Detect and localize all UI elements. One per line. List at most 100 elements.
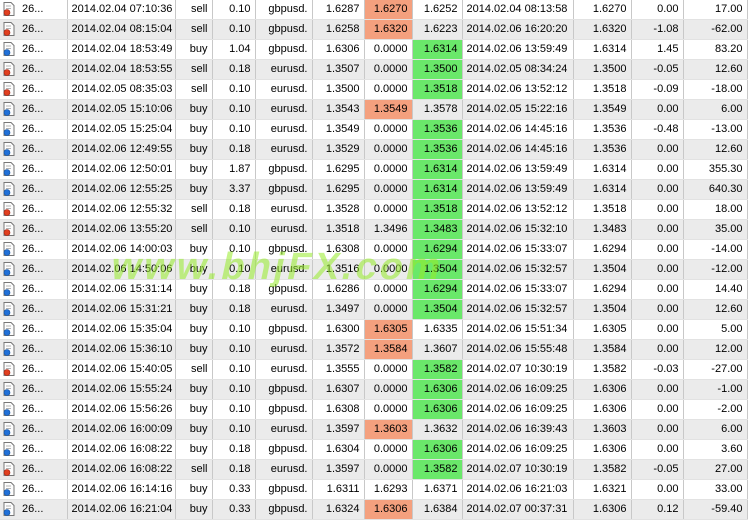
open-price-cell: 1.3543 (312, 99, 365, 120)
order-type-cell: sell (175, 459, 213, 480)
open-price-cell: 1.3529 (312, 139, 365, 160)
close-price-cell: 1.6306 (573, 439, 632, 460)
lot-size-cell: 0.18 (212, 199, 256, 220)
table-row[interactable]: 26... 2014.02.06 16:08:22 sell 0.18 eurusd. 1… (0, 459, 748, 480)
open-time-cell: 2014.02.06 12:49:55 (67, 139, 176, 160)
table-row[interactable]: 26... 2014.02.05 15:10:06 buy 0.10 eurusd. 1.… (0, 99, 748, 120)
close-price-cell: 1.6314 (573, 39, 632, 60)
table-row[interactable]: 26... 2014.02.04 07:10:36 sell 0.10 gbpusd. 1… (0, 0, 748, 20)
close-time-cell: 2014.02.06 13:59:49 (462, 179, 574, 200)
ticket-label: 26... (22, 463, 44, 475)
close-price-cell: 1.6306 (573, 379, 632, 400)
close-time-cell: 2014.02.06 16:20:20 (462, 19, 574, 40)
profit-cell: 33.00 (683, 479, 748, 500)
open-price-cell: 1.3555 (312, 359, 365, 380)
open-time-cell: 2014.02.05 15:10:06 (67, 99, 176, 120)
buy-order-icon (3, 342, 15, 356)
order-type-cell: buy (175, 159, 213, 180)
table-row[interactable]: 26... 2014.02.06 15:35:04 buy 0.10 gbpusd. 1.… (0, 319, 748, 340)
open-time-cell: 2014.02.06 12:50:01 (67, 159, 176, 180)
buy-order-icon (3, 302, 15, 316)
close-time-cell: 2014.02.06 14:45:16 (462, 139, 574, 160)
stop-loss-cell: 1.6320 (364, 19, 413, 40)
table-row[interactable]: 26... 2014.02.06 16:14:16 buy 0.33 gbpusd. 1.… (0, 479, 748, 500)
order-type-cell: buy (175, 259, 213, 280)
table-row[interactable]: 26... 2014.02.06 14:50:06 buy 0.10 eurusd. 1.… (0, 259, 748, 280)
stop-loss-cell: 1.6270 (364, 0, 413, 20)
sell-order-icon (3, 22, 15, 36)
buy-order-icon (3, 422, 15, 436)
table-row[interactable]: 26... 2014.02.06 12:55:25 buy 3.37 gbpusd. 1.… (0, 179, 748, 200)
table-row[interactable]: 26... 2014.02.06 15:36:10 buy 0.10 eurusd. 1.… (0, 339, 748, 360)
profit-cell: 17.00 (683, 0, 748, 20)
table-row[interactable]: 26... 2014.02.06 14:00:03 buy 0.10 gbpusd. 1.… (0, 239, 748, 260)
take-profit-cell: 1.3518 (412, 199, 463, 220)
take-profit-cell: 1.3607 (412, 339, 463, 360)
table-row[interactable]: 26... 2014.02.04 18:53:55 sell 0.18 eurusd. 1… (0, 59, 748, 80)
table-row[interactable]: 26... 2014.02.06 15:40:05 sell 0.10 eurusd. 1… (0, 359, 748, 380)
profit-cell: -18.00 (683, 79, 748, 100)
close-price-cell: 1.3518 (573, 199, 632, 220)
profit-cell: -12.00 (683, 259, 748, 280)
table-row[interactable]: 26... 2014.02.06 16:08:22 buy 0.18 gbpusd. 1.… (0, 439, 748, 460)
table-row[interactable]: 26... 2014.02.05 08:35:03 sell 0.10 eurusd. 1… (0, 79, 748, 100)
ticket-cell: 26... (0, 299, 68, 320)
order-type-cell: sell (175, 219, 213, 240)
symbol-cell: gbpusd. (255, 159, 313, 180)
sell-order-icon (3, 362, 15, 376)
open-price-cell: 1.6286 (312, 279, 365, 300)
table-row[interactable]: 26... 2014.02.06 12:49:55 buy 0.18 eurusd. 1.… (0, 139, 748, 160)
ticket-label: 26... (22, 63, 44, 75)
table-row[interactable]: 26... 2014.02.06 15:31:14 buy 0.18 gbpusd. 1.… (0, 279, 748, 300)
close-time-cell: 2014.02.06 13:59:49 (462, 39, 574, 60)
close-time-cell: 2014.02.06 16:09:25 (462, 439, 574, 460)
close-time-cell: 2014.02.06 16:21:03 (462, 479, 574, 500)
symbol-cell: eurusd. (255, 339, 313, 360)
close-price-cell: 1.3549 (573, 99, 632, 120)
ticket-cell: 26... (0, 219, 68, 240)
table-row[interactable]: 26... 2014.02.06 12:50:01 buy 1.87 gbpusd. 1.… (0, 159, 748, 180)
symbol-cell: eurusd. (255, 419, 313, 440)
close-time-cell: 2014.02.05 15:22:16 (462, 99, 574, 120)
stop-loss-cell: 0.0000 (364, 379, 413, 400)
table-row[interactable]: 26... 2014.02.06 13:55:20 sell 0.10 eurusd. 1… (0, 219, 748, 240)
swap-cell: 0.12 (631, 499, 684, 520)
lot-size-cell: 0.10 (212, 339, 256, 360)
stop-loss-cell: 0.0000 (364, 299, 413, 320)
swap-cell: 0.00 (631, 319, 684, 340)
swap-cell: 0.00 (631, 219, 684, 240)
symbol-cell: eurusd. (255, 299, 313, 320)
order-type-cell: buy (175, 299, 213, 320)
close-time-cell: 2014.02.06 13:59:49 (462, 159, 574, 180)
profit-cell: -62.00 (683, 19, 748, 40)
close-price-cell: 1.3536 (573, 139, 632, 160)
swap-cell: 0.00 (631, 99, 684, 120)
ticket-cell: 26... (0, 499, 68, 520)
table-row[interactable]: 26... 2014.02.06 15:31:21 buy 0.18 eurusd. 1.… (0, 299, 748, 320)
stop-loss-cell: 0.0000 (364, 159, 413, 180)
table-row[interactable]: 26... 2014.02.04 18:53:49 buy 1.04 gbpusd. 1.… (0, 39, 748, 60)
stop-loss-cell: 0.0000 (364, 119, 413, 140)
table-row[interactable]: 26... 2014.02.06 15:55:24 buy 0.10 gbpusd. 1.… (0, 379, 748, 400)
profit-cell: 5.00 (683, 319, 748, 340)
table-row[interactable]: 26... 2014.02.05 15:25:04 buy 0.10 eurusd. 1.… (0, 119, 748, 140)
ticket-label: 26... (22, 283, 44, 295)
lot-size-cell: 0.18 (212, 439, 256, 460)
table-row[interactable]: 26... 2014.02.06 16:21:04 buy 0.33 gbpusd. 1.… (0, 499, 748, 520)
ticket-label: 26... (22, 83, 44, 95)
profit-cell: 6.00 (683, 419, 748, 440)
table-row[interactable]: 26... 2014.02.06 15:56:26 buy 0.10 gbpusd. 1.… (0, 399, 748, 420)
table-row[interactable]: 26... 2014.02.06 12:55:32 sell 0.18 eurusd. 1… (0, 199, 748, 220)
close-price-cell: 1.3584 (573, 339, 632, 360)
open-time-cell: 2014.02.04 07:10:36 (67, 0, 176, 20)
table-row[interactable]: 26... 2014.02.04 08:15:04 sell 0.10 gbpusd. 1… (0, 19, 748, 40)
ticket-label: 26... (22, 503, 44, 515)
swap-cell: 0.00 (631, 339, 684, 360)
open-time-cell: 2014.02.06 15:55:24 (67, 379, 176, 400)
take-profit-cell: 1.6306 (412, 379, 463, 400)
open-price-cell: 1.3572 (312, 339, 365, 360)
profit-cell: -59.40 (683, 499, 748, 520)
table-row[interactable]: 26... 2014.02.06 16:00:09 buy 0.10 eurusd. 1.… (0, 419, 748, 440)
symbol-cell: gbpusd. (255, 379, 313, 400)
buy-order-icon (3, 42, 15, 56)
